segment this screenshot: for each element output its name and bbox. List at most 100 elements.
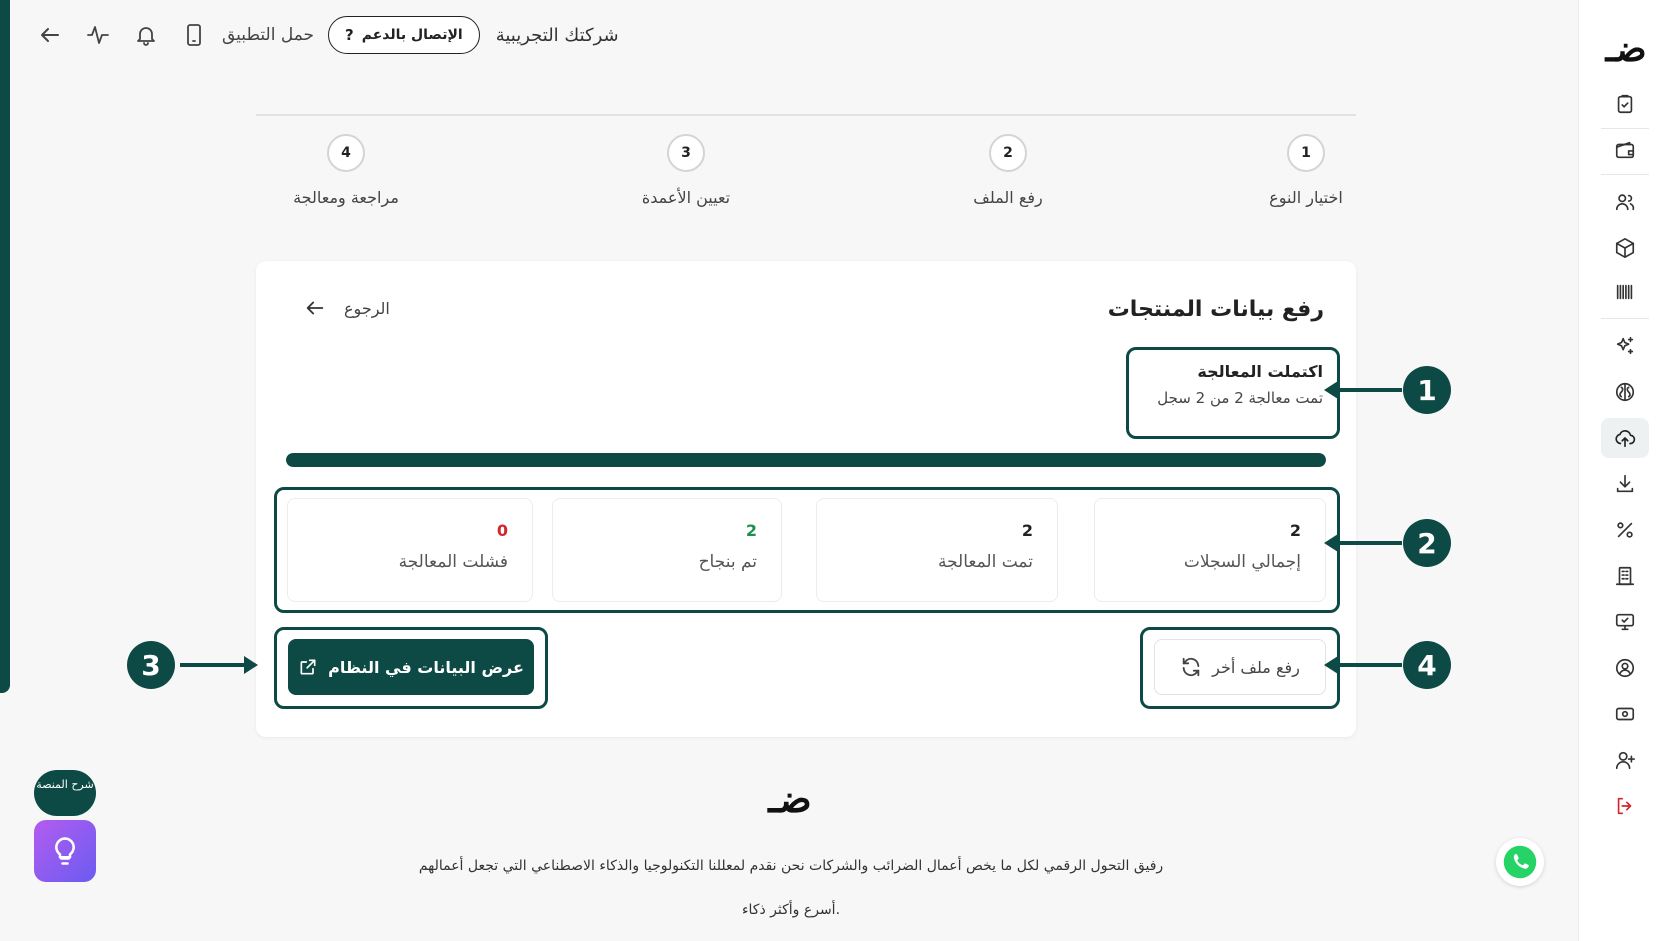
step-2: 2 رفع الملف (908, 134, 1108, 207)
stat-label: تم بنجاح (698, 552, 757, 572)
stat-value: 2 (1289, 521, 1301, 540)
stat-label: تمت المعالجة (937, 552, 1033, 572)
download-icon (1616, 474, 1634, 493)
support-label: الإتصال بالدعم (361, 27, 463, 43)
step-number: 1 (1287, 134, 1325, 172)
footer-line-2: أسرع وأكثر ذكاء. (741, 902, 841, 918)
step-number: 3 (667, 134, 705, 172)
callout-arrow-3 (180, 656, 258, 674)
left-accent-bar (0, 0, 10, 693)
bell-icon[interactable] (126, 15, 166, 55)
footer-logo: ضـ (768, 776, 812, 821)
stepper-line (256, 114, 1356, 116)
wallet-icon (1615, 141, 1635, 159)
status-title: اكتملت المعالجة (1197, 362, 1323, 381)
sidebar-item-logout[interactable] (1601, 786, 1649, 826)
callout-arrow-1 (1324, 381, 1402, 399)
logout-icon (1617, 797, 1632, 815)
sidebar-divider (1601, 174, 1649, 175)
view-data-button[interactable]: عرض البيانات في النظام (288, 639, 534, 695)
step-3: 3 تعيين الأعمدة (586, 134, 786, 207)
view-data-label: عرض البيانات في النظام (328, 657, 524, 677)
sidebar-item-customers[interactable] (1601, 182, 1649, 222)
sidebar-item-wallet[interactable] (1601, 130, 1649, 170)
user-circle-icon (1615, 658, 1635, 678)
stat-succeeded: 2 تم بنجاح (552, 498, 782, 602)
monitor-check-icon (1615, 613, 1635, 631)
stat-value: 0 (496, 521, 508, 540)
building-icon (1615, 566, 1635, 586)
upload-cloud-icon (1615, 430, 1636, 448)
progress-bar (286, 453, 1326, 467)
cash-icon (1615, 707, 1635, 721)
step-1: 1 اختيار النوع (1206, 134, 1406, 207)
callout-3: 3 (127, 641, 175, 689)
sidebar-item-invoices[interactable] (1601, 84, 1649, 124)
upload-another-label: رفع ملف أخر (1212, 657, 1300, 677)
sidebar-item-ai[interactable] (1601, 326, 1649, 366)
whatsapp-button[interactable] (1496, 838, 1544, 886)
sidebar-item-profile[interactable] (1601, 648, 1649, 688)
sidebar-item-ai-brain[interactable] (1601, 372, 1649, 412)
clipboard-check-icon (1617, 94, 1633, 114)
footer-tagline: رفيق التحول الرقمي لكل ما يخص أعمال الضر… (396, 844, 1186, 932)
footer-line-1: رفيق التحول الرقمي لكل ما يخص أعمال الضر… (418, 858, 1164, 874)
callout-1: 1 (1403, 366, 1451, 414)
sidebar-item-add-user[interactable] (1601, 740, 1649, 780)
sidebar-item-barcodes[interactable] (1601, 272, 1649, 312)
step-label: مراجعة ومعالجة (293, 188, 399, 207)
users-icon (1615, 194, 1635, 211)
back-label: الرجوع (344, 298, 390, 318)
sidebar-item-upload[interactable] (1601, 418, 1649, 458)
sidebar-item-products[interactable] (1601, 228, 1649, 268)
step-number: 2 (989, 134, 1027, 172)
lightbulb-icon (55, 837, 75, 865)
back-link[interactable]: الرجوع (304, 297, 390, 319)
upload-another-button[interactable]: رفع ملف أخر (1154, 639, 1326, 695)
upload-result-card: رفع بيانات المنتجات الرجوع اكتملت المعال… (256, 261, 1356, 737)
stat-failed: 0 فشلت المعالجة (287, 498, 533, 602)
platform-guide-button[interactable] (34, 820, 96, 882)
sidebar-item-payments[interactable] (1601, 694, 1649, 734)
top-bar: حمل التطبيق ? الإتصال بالدعم شركتك التجر… (30, 14, 619, 56)
sidebar-divider (1601, 318, 1649, 319)
stat-value: 2 (1021, 521, 1033, 540)
sidebar-item-pos[interactable] (1601, 602, 1649, 642)
activity-icon[interactable] (78, 15, 118, 55)
back-arrow-icon (306, 301, 324, 315)
platform-guide-label[interactable]: شرح المنصة (34, 770, 96, 816)
stat-label: إجمالي السجلات (1183, 552, 1301, 572)
download-app-link[interactable]: حمل التطبيق (222, 25, 314, 45)
percent-icon (1617, 522, 1633, 538)
company-name[interactable]: شركتك التجريبية (496, 25, 619, 46)
stat-processed: 2 تمت المعالجة (816, 498, 1058, 602)
external-link-icon (300, 659, 316, 675)
step-number: 4 (327, 134, 365, 172)
step-4: 4 مراجعة ومعالجة (246, 134, 446, 207)
page-title: رفع بيانات المنتجات (1107, 297, 1324, 322)
step-label: اختيار النوع (1269, 188, 1343, 207)
sidebar-divider (1601, 128, 1649, 129)
barcode-icon (1616, 284, 1633, 300)
callout-4: 4 (1403, 641, 1451, 689)
status-box: اكتملت المعالجة تمت معالجة 2 من 2 سجل (1126, 347, 1340, 439)
question-icon: ? (345, 26, 354, 44)
stat-label: فشلت المعالجة (398, 552, 508, 572)
callout-arrow-2 (1324, 534, 1402, 552)
sidebar-item-taxes[interactable] (1601, 510, 1649, 550)
back-arrow-icon[interactable] (30, 15, 70, 55)
refresh-icon (1182, 657, 1200, 677)
phone-icon[interactable] (174, 15, 214, 55)
sidebar-logo[interactable]: ضـ (1579, 28, 1672, 70)
user-plus-icon (1615, 751, 1635, 770)
brain-icon (1615, 382, 1635, 402)
status-detail: تمت معالجة 2 من 2 سجل (1157, 389, 1323, 407)
sidebar-item-company[interactable] (1601, 556, 1649, 596)
sparkles-icon (1616, 336, 1634, 355)
callout-2: 2 (1403, 519, 1451, 567)
sidebar-item-download[interactable] (1601, 464, 1649, 504)
box-icon (1615, 238, 1635, 258)
callout-arrow-4 (1324, 656, 1402, 674)
stat-value: 2 (745, 521, 757, 540)
support-button[interactable]: ? الإتصال بالدعم (328, 16, 480, 54)
